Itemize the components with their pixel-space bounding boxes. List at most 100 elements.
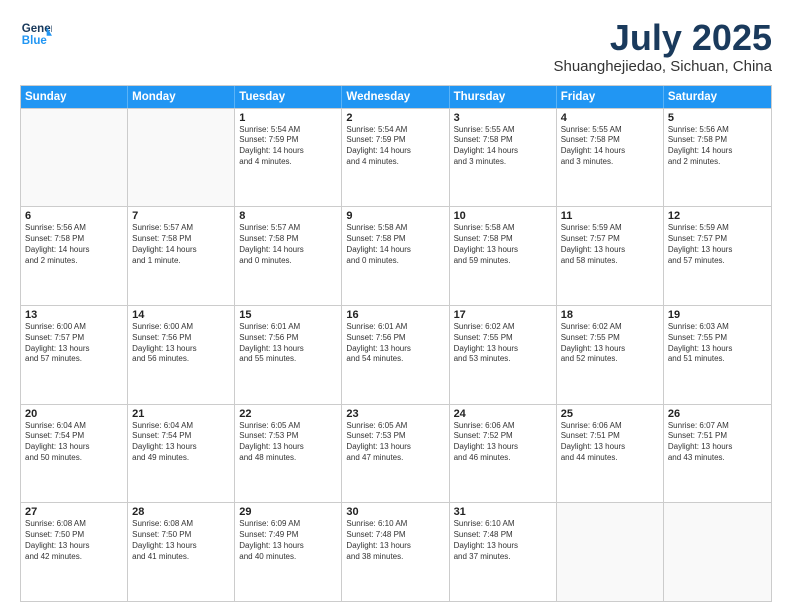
day-info: Sunrise: 6:00 AM Sunset: 7:56 PM Dayligh… bbox=[132, 322, 230, 365]
calendar-cell: 29Sunrise: 6:09 AM Sunset: 7:49 PM Dayli… bbox=[235, 503, 342, 601]
day-number: 12 bbox=[668, 210, 767, 222]
calendar-cell: 16Sunrise: 6:01 AM Sunset: 7:56 PM Dayli… bbox=[342, 306, 449, 404]
day-number: 30 bbox=[346, 506, 444, 518]
day-number: 4 bbox=[561, 112, 659, 124]
day-number: 27 bbox=[25, 506, 123, 518]
day-info: Sunrise: 6:02 AM Sunset: 7:55 PM Dayligh… bbox=[454, 322, 552, 365]
day-info: Sunrise: 5:55 AM Sunset: 7:58 PM Dayligh… bbox=[561, 125, 659, 168]
calendar-cell: 9Sunrise: 5:58 AM Sunset: 7:58 PM Daylig… bbox=[342, 207, 449, 305]
calendar-cell bbox=[21, 109, 128, 207]
day-info: Sunrise: 6:05 AM Sunset: 7:53 PM Dayligh… bbox=[346, 421, 444, 464]
calendar-cell: 13Sunrise: 6:00 AM Sunset: 7:57 PM Dayli… bbox=[21, 306, 128, 404]
day-number: 17 bbox=[454, 309, 552, 321]
calendar-cell: 12Sunrise: 5:59 AM Sunset: 7:57 PM Dayli… bbox=[664, 207, 771, 305]
calendar-cell: 24Sunrise: 6:06 AM Sunset: 7:52 PM Dayli… bbox=[450, 405, 557, 503]
calendar-cell bbox=[128, 109, 235, 207]
calendar-cell: 25Sunrise: 6:06 AM Sunset: 7:51 PM Dayli… bbox=[557, 405, 664, 503]
calendar-cell: 20Sunrise: 6:04 AM Sunset: 7:54 PM Dayli… bbox=[21, 405, 128, 503]
calendar-cell: 4Sunrise: 5:55 AM Sunset: 7:58 PM Daylig… bbox=[557, 109, 664, 207]
day-info: Sunrise: 6:03 AM Sunset: 7:55 PM Dayligh… bbox=[668, 322, 767, 365]
location: Shuanghejiedao, Sichuan, China bbox=[553, 58, 772, 75]
weekday-header: Monday bbox=[128, 86, 235, 108]
day-number: 9 bbox=[346, 210, 444, 222]
day-info: Sunrise: 5:54 AM Sunset: 7:59 PM Dayligh… bbox=[346, 125, 444, 168]
day-number: 18 bbox=[561, 309, 659, 321]
month-title: July 2025 bbox=[553, 18, 772, 58]
day-number: 21 bbox=[132, 408, 230, 420]
calendar-cell: 17Sunrise: 6:02 AM Sunset: 7:55 PM Dayli… bbox=[450, 306, 557, 404]
day-number: 28 bbox=[132, 506, 230, 518]
calendar-row: 6Sunrise: 5:56 AM Sunset: 7:58 PM Daylig… bbox=[21, 206, 771, 305]
day-info: Sunrise: 6:04 AM Sunset: 7:54 PM Dayligh… bbox=[25, 421, 123, 464]
day-info: Sunrise: 5:57 AM Sunset: 7:58 PM Dayligh… bbox=[132, 223, 230, 266]
day-info: Sunrise: 6:08 AM Sunset: 7:50 PM Dayligh… bbox=[25, 519, 123, 562]
calendar-cell: 28Sunrise: 6:08 AM Sunset: 7:50 PM Dayli… bbox=[128, 503, 235, 601]
day-info: Sunrise: 6:06 AM Sunset: 7:51 PM Dayligh… bbox=[561, 421, 659, 464]
weekday-header: Tuesday bbox=[235, 86, 342, 108]
day-number: 11 bbox=[561, 210, 659, 222]
day-number: 13 bbox=[25, 309, 123, 321]
day-number: 16 bbox=[346, 309, 444, 321]
day-info: Sunrise: 6:09 AM Sunset: 7:49 PM Dayligh… bbox=[239, 519, 337, 562]
weekday-header: Wednesday bbox=[342, 86, 449, 108]
calendar-cell: 7Sunrise: 5:57 AM Sunset: 7:58 PM Daylig… bbox=[128, 207, 235, 305]
calendar-cell: 18Sunrise: 6:02 AM Sunset: 7:55 PM Dayli… bbox=[557, 306, 664, 404]
day-info: Sunrise: 6:05 AM Sunset: 7:53 PM Dayligh… bbox=[239, 421, 337, 464]
day-number: 26 bbox=[668, 408, 767, 420]
day-number: 5 bbox=[668, 112, 767, 124]
day-info: Sunrise: 5:57 AM Sunset: 7:58 PM Dayligh… bbox=[239, 223, 337, 266]
day-info: Sunrise: 6:01 AM Sunset: 7:56 PM Dayligh… bbox=[239, 322, 337, 365]
day-number: 14 bbox=[132, 309, 230, 321]
calendar-cell: 30Sunrise: 6:10 AM Sunset: 7:48 PM Dayli… bbox=[342, 503, 449, 601]
calendar-row: 20Sunrise: 6:04 AM Sunset: 7:54 PM Dayli… bbox=[21, 404, 771, 503]
calendar-cell: 26Sunrise: 6:07 AM Sunset: 7:51 PM Dayli… bbox=[664, 405, 771, 503]
calendar-cell: 1Sunrise: 5:54 AM Sunset: 7:59 PM Daylig… bbox=[235, 109, 342, 207]
day-info: Sunrise: 6:01 AM Sunset: 7:56 PM Dayligh… bbox=[346, 322, 444, 365]
day-info: Sunrise: 5:58 AM Sunset: 7:58 PM Dayligh… bbox=[346, 223, 444, 266]
logo: General Blue bbox=[20, 18, 52, 50]
calendar-cell: 19Sunrise: 6:03 AM Sunset: 7:55 PM Dayli… bbox=[664, 306, 771, 404]
calendar-header: SundayMondayTuesdayWednesdayThursdayFrid… bbox=[21, 86, 771, 108]
day-number: 10 bbox=[454, 210, 552, 222]
calendar-cell: 11Sunrise: 5:59 AM Sunset: 7:57 PM Dayli… bbox=[557, 207, 664, 305]
day-number: 31 bbox=[454, 506, 552, 518]
day-number: 19 bbox=[668, 309, 767, 321]
calendar-cell: 31Sunrise: 6:10 AM Sunset: 7:48 PM Dayli… bbox=[450, 503, 557, 601]
calendar-cell: 10Sunrise: 5:58 AM Sunset: 7:58 PM Dayli… bbox=[450, 207, 557, 305]
day-number: 20 bbox=[25, 408, 123, 420]
calendar: SundayMondayTuesdayWednesdayThursdayFrid… bbox=[20, 85, 772, 602]
weekday-header: Sunday bbox=[21, 86, 128, 108]
day-info: Sunrise: 6:10 AM Sunset: 7:48 PM Dayligh… bbox=[346, 519, 444, 562]
calendar-cell: 22Sunrise: 6:05 AM Sunset: 7:53 PM Dayli… bbox=[235, 405, 342, 503]
calendar-body: 1 Sunrise: 5:54 AM Sunset: 7:59 PM Daylig… bbox=[21, 108, 771, 601]
day-info: Sunrise: 6:07 AM Sunset: 7:51 PM Dayligh… bbox=[668, 421, 767, 464]
calendar-cell: 21Sunrise: 6:04 AM Sunset: 7:54 PM Dayli… bbox=[128, 405, 235, 503]
day-info: Sunrise: 6:08 AM Sunset: 7:50 PM Dayligh… bbox=[132, 519, 230, 562]
day-number: 1 bbox=[239, 112, 337, 124]
calendar-cell: 15Sunrise: 6:01 AM Sunset: 7:56 PM Dayli… bbox=[235, 306, 342, 404]
title-block: July 2025 Shuanghejiedao, Sichuan, China bbox=[553, 18, 772, 75]
calendar-cell: 27Sunrise: 6:08 AM Sunset: 7:50 PM Dayli… bbox=[21, 503, 128, 601]
day-info: Sunrise: 5:59 AM Sunset: 7:57 PM Dayligh… bbox=[668, 223, 767, 266]
day-info: Sunrise: 5:56 AM Sunset: 7:58 PM Dayligh… bbox=[668, 125, 767, 168]
calendar-cell: 2Sunrise: 5:54 AM Sunset: 7:59 PM Daylig… bbox=[342, 109, 449, 207]
day-number: 2 bbox=[346, 112, 444, 124]
header: General Blue July 2025 Shuanghejiedao, S… bbox=[20, 18, 772, 75]
day-info: Sunrise: 5:55 AM Sunset: 7:58 PM Dayligh… bbox=[454, 125, 552, 168]
calendar-cell bbox=[664, 503, 771, 601]
day-info: Sunrise: 6:06 AM Sunset: 7:52 PM Dayligh… bbox=[454, 421, 552, 464]
calendar-cell: 5Sunrise: 5:56 AM Sunset: 7:58 PM Daylig… bbox=[664, 109, 771, 207]
calendar-cell: 14Sunrise: 6:00 AM Sunset: 7:56 PM Dayli… bbox=[128, 306, 235, 404]
calendar-row: 1 Sunrise: 5:54 AM Sunset: 7:59 PM Daylig… bbox=[21, 108, 771, 207]
calendar-row: 27Sunrise: 6:08 AM Sunset: 7:50 PM Dayli… bbox=[21, 502, 771, 601]
day-number: 3 bbox=[454, 112, 552, 124]
weekday-header: Friday bbox=[557, 86, 664, 108]
day-number: 8 bbox=[239, 210, 337, 222]
day-number: 7 bbox=[132, 210, 230, 222]
day-info: Sunrise: 5:58 AM Sunset: 7:58 PM Dayligh… bbox=[454, 223, 552, 266]
calendar-cell bbox=[557, 503, 664, 601]
day-info: Sunrise: 5:56 AM Sunset: 7:58 PM Dayligh… bbox=[25, 223, 123, 266]
weekday-header: Saturday bbox=[664, 86, 771, 108]
day-number: 29 bbox=[239, 506, 337, 518]
day-number: 25 bbox=[561, 408, 659, 420]
